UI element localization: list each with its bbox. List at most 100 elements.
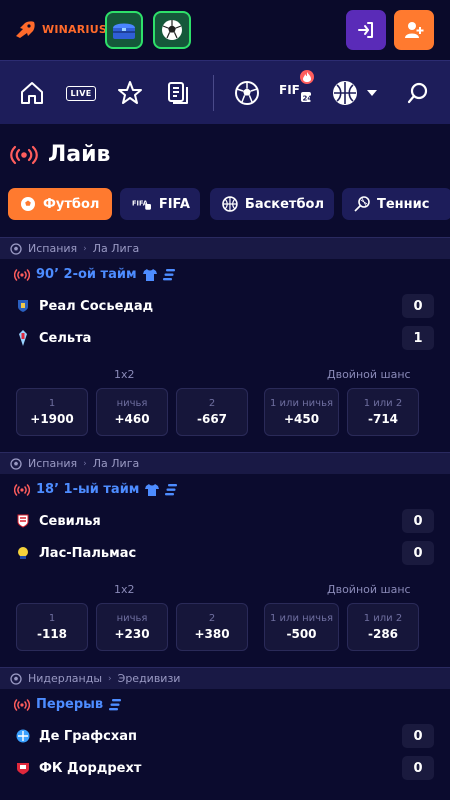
soccer-ball-icon [10, 457, 22, 470]
odds-value: -118 [36, 627, 68, 641]
odds-button[interactable]: 1 -118 [16, 603, 88, 651]
nav-home[interactable] [18, 79, 46, 107]
odds-label: ничья [116, 398, 148, 409]
team-name: ФК Дордрехт [39, 760, 142, 776]
flame-badge-icon [300, 70, 314, 84]
nav-divider [213, 75, 214, 111]
odds-label: 1 или ничья [270, 613, 333, 624]
soccer-ball-icon [162, 20, 182, 40]
team-name: Лас-Пальмас [39, 545, 137, 561]
star-icon [118, 81, 142, 104]
home-icon [21, 82, 43, 104]
match-card: Нидерланды › Эредивизи Перерыв Де Графсх… [0, 667, 450, 800]
tab-tennis[interactable]: Теннис [342, 188, 450, 220]
nav-favorites[interactable] [116, 79, 144, 107]
login-button[interactable] [346, 10, 386, 50]
odds-value: -714 [367, 412, 399, 426]
team-name: Де Графсхап [39, 728, 138, 744]
odds-button[interactable]: 1 или ничья +450 [264, 388, 339, 436]
odds-button[interactable]: ничья +460 [96, 388, 168, 436]
nav-more-dropdown[interactable] [364, 79, 380, 107]
team-row-away[interactable]: Сельта 1 [16, 326, 434, 350]
league-name: Эредивизи [117, 672, 181, 685]
match-card: Испания › Ла Лига 18’ 1-ый тайм Севилья … [0, 452, 450, 667]
nav-soccer[interactable] [233, 79, 261, 107]
odds-label: 1 [48, 398, 56, 409]
team-row-away[interactable]: ФК Дордрехт 0 [16, 756, 434, 780]
odds-label: 1 или 2 [363, 398, 403, 409]
match-time: Перерыв [36, 697, 104, 712]
promo-chest-button[interactable] [105, 11, 143, 49]
tab-label: Теннис [377, 196, 430, 212]
nav-live[interactable]: LIVE [66, 86, 96, 101]
register-button[interactable] [394, 10, 434, 50]
soccer-ball-icon [235, 81, 259, 105]
odds-button[interactable]: ничья +230 [96, 603, 168, 651]
nav-search[interactable] [404, 79, 432, 107]
nav-basketball[interactable] [331, 79, 359, 107]
odds-value: -500 [286, 627, 317, 641]
team-row-home[interactable]: Севилья 0 [16, 509, 434, 533]
match-time: 18’ 1-ый тайм [36, 482, 140, 497]
logo[interactable]: WINARIUS [14, 20, 107, 38]
live-broadcast-icon [14, 483, 30, 496]
league-header[interactable]: Нидерланды › Эредивизи [0, 667, 450, 689]
match-status: 90’ 2-ой тайм [14, 267, 175, 282]
league-name: Ла Лига [92, 457, 140, 470]
treasure-chest-icon [113, 23, 135, 39]
live-broadcast-icon [10, 145, 38, 164]
nav-betslip[interactable] [164, 79, 192, 107]
odds-label: 2 [208, 398, 216, 409]
basketball-icon [333, 81, 357, 105]
league-header[interactable]: Испания › Ла Лига [0, 237, 450, 259]
stats-icon [109, 698, 122, 710]
odds-button[interactable]: 1 или 2 -286 [347, 603, 419, 651]
odds-value: +460 [114, 412, 150, 426]
svg-text:24: 24 [303, 95, 313, 103]
odds-button[interactable]: 1 или 2 -714 [347, 388, 419, 436]
market-title-1x2: 1х2 [114, 583, 135, 596]
team-crest-icon [16, 330, 30, 346]
league-country: Нидерланды [28, 672, 103, 685]
market-title-double-chance: Двойной шанс [327, 583, 411, 596]
tab-football[interactable]: Футбол [8, 188, 112, 220]
fifa-icon: FIFA [132, 200, 152, 210]
tennis-racket-icon [354, 196, 370, 212]
odds-value: +230 [114, 627, 150, 641]
live-broadcast-icon [14, 698, 30, 711]
league-header[interactable]: Испания › Ла Лига [0, 452, 450, 474]
tab-basketball[interactable]: Баскетбол [210, 188, 334, 220]
market-title-1x2: 1х2 [114, 368, 135, 381]
odds-button[interactable]: 2 -667 [176, 388, 248, 436]
team-row-away[interactable]: Лас-Пальмас 0 [16, 541, 434, 565]
team-score: 0 [402, 294, 434, 318]
soccer-ball-icon [10, 242, 22, 255]
odds-value: +1900 [30, 412, 74, 426]
team-crest-icon [16, 298, 30, 314]
team-name: Сельта [39, 330, 92, 346]
match-card: Испания › Ла Лига 90’ 2-ой тайм Реал Сос… [0, 237, 450, 452]
team-row-home[interactable]: Реал Сосьедад 0 [16, 294, 434, 318]
league-name: Ла Лига [92, 242, 140, 255]
separator-icon: › [83, 458, 87, 469]
top-bar: WINARIUS [0, 0, 450, 60]
odds-value: -667 [196, 412, 228, 426]
separator-icon: › [108, 673, 112, 684]
team-crest-icon [16, 760, 30, 776]
tab-label: Футбол [43, 196, 100, 212]
odds-button[interactable]: 1 +1900 [16, 388, 88, 436]
odds-value: +450 [283, 412, 320, 426]
documents-icon [168, 82, 188, 104]
odds-button[interactable]: 1 или ничья -500 [264, 603, 339, 651]
add-user-icon [405, 22, 424, 38]
tab-fifa[interactable]: FIFA FIFA [120, 188, 200, 220]
team-name: Реал Сосьедад [39, 298, 154, 314]
live-broadcast-icon [14, 268, 30, 281]
match-status: 18’ 1-ый тайм [14, 482, 178, 497]
promo-ball-button[interactable] [153, 11, 191, 49]
odds-button[interactable]: 2 +380 [176, 603, 248, 651]
team-row-home[interactable]: Де Графсхап 0 [16, 724, 434, 748]
team-crest-icon [16, 513, 30, 529]
logo-text: WINARIUS [42, 22, 107, 36]
page-header: Лайв [10, 142, 110, 167]
